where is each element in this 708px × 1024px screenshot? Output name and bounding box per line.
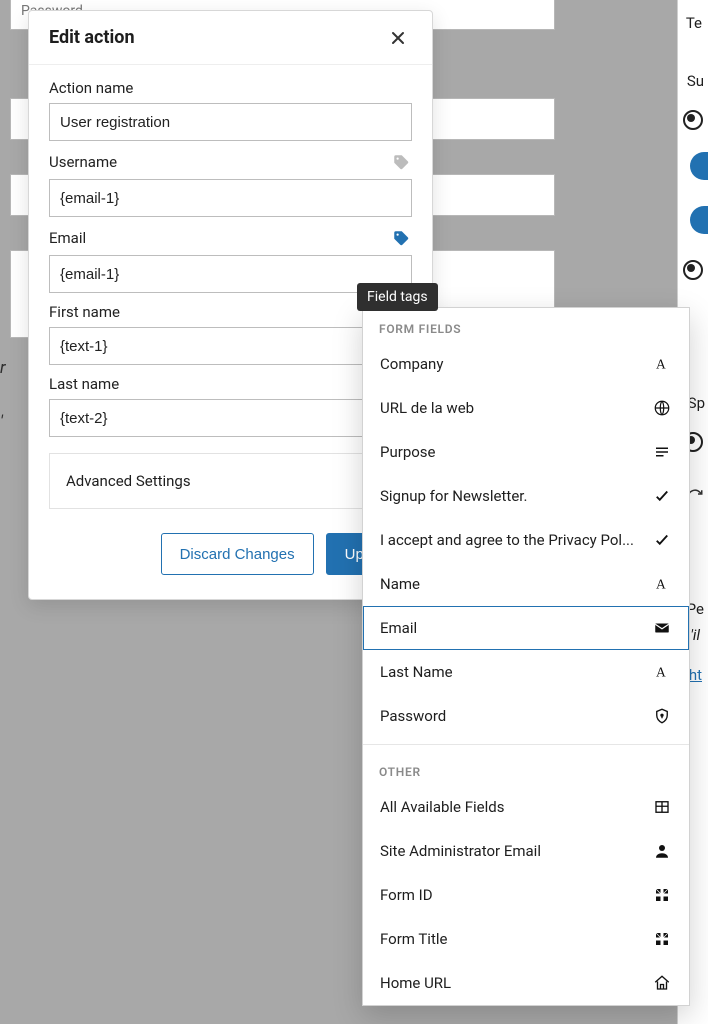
- dropdown-separator: [363, 744, 689, 745]
- discard-button[interactable]: Discard Changes: [161, 533, 314, 575]
- lock-icon: [652, 706, 672, 726]
- dialog-title: Edit action: [49, 27, 135, 48]
- tag-icon: [392, 153, 410, 171]
- dropdown-item[interactable]: Form Title: [363, 917, 689, 961]
- dropdown-item-label: Signup for Newsletter.: [380, 487, 527, 505]
- dropdown-item[interactable]: Signup for Newsletter.: [363, 474, 689, 518]
- dropdown-item-label: Site Administrator Email: [380, 842, 541, 860]
- pill-button-edge[interactable]: [690, 206, 708, 234]
- radio-icon[interactable]: [683, 110, 703, 130]
- discard-button-label: Discard Changes: [180, 546, 295, 563]
- field-first-name: First name: [49, 303, 412, 365]
- dropdown-item[interactable]: Email: [363, 606, 689, 650]
- cropped-label: Sp: [688, 394, 705, 412]
- field-action-name: Action name: [49, 79, 412, 141]
- field-label: Action name: [49, 79, 133, 97]
- dropdown-item[interactable]: All Available Fields: [363, 785, 689, 829]
- field-username: Username: [49, 151, 412, 217]
- svg-text:A: A: [656, 357, 666, 372]
- dropdown-item[interactable]: Site Administrator Email: [363, 829, 689, 873]
- table-icon: [652, 797, 672, 817]
- dropdown-item-label: Password: [380, 707, 446, 725]
- dropdown-item-label: Company: [380, 355, 443, 373]
- cropped-link[interactable]: ht: [689, 666, 702, 684]
- svg-text:A: A: [656, 665, 666, 680]
- tooltip-label: Field tags: [367, 289, 428, 305]
- dropdown-item[interactable]: Home URL: [363, 961, 689, 1005]
- dropdown-item[interactable]: Name A: [363, 562, 689, 606]
- mail-icon: [652, 618, 672, 638]
- dropdown-item-label: URL de la web: [380, 399, 474, 417]
- dropdown-item-label: Form ID: [380, 886, 433, 904]
- dropdown-item[interactable]: Form ID: [363, 873, 689, 917]
- pill-button-edge[interactable]: [690, 152, 708, 180]
- lines-icon: [652, 442, 672, 462]
- field-label: First name: [49, 303, 120, 321]
- dropdown-item-label: Purpose: [380, 443, 436, 461]
- field-tags-dropdown: FORM FIELDS Company A URL de la web Purpose…: [362, 307, 690, 1006]
- dropdown-item-label: Email: [380, 619, 417, 637]
- dropdown-item[interactable]: Company A: [363, 342, 689, 386]
- field-label: Email: [49, 229, 86, 247]
- cropped-label: Te: [686, 14, 702, 32]
- check-icon: [652, 530, 672, 550]
- field-last-name: Last name: [49, 375, 412, 437]
- dropdown-item-label: I accept and agree to the Privacy Pol...: [380, 531, 634, 549]
- dialog-header: Edit action: [29, 11, 432, 65]
- field-tags-button[interactable]: [390, 151, 412, 173]
- dropdown-item-label: Last Name: [380, 663, 453, 681]
- action-name-input[interactable]: [49, 103, 412, 141]
- svg-text:A: A: [656, 577, 666, 592]
- radio-icon[interactable]: [683, 260, 703, 280]
- field-tags-tooltip: Field tags: [357, 283, 438, 311]
- home-icon: [652, 973, 672, 993]
- grid-icon: [652, 885, 672, 905]
- dropdown-form-fields-list: Company A URL de la web Purpose Signup for N…: [363, 342, 689, 738]
- dropdown-item[interactable]: URL de la web: [363, 386, 689, 430]
- dropdown-item[interactable]: Purpose: [363, 430, 689, 474]
- text-icon: A: [652, 574, 672, 594]
- dropdown-item[interactable]: Last Name A: [363, 650, 689, 694]
- advanced-settings-label: Advanced Settings: [66, 472, 191, 490]
- close-icon: [390, 30, 406, 46]
- globe-icon: [652, 398, 672, 418]
- dropdown-other-list: All Available Fields Site Administrator E…: [363, 785, 689, 1005]
- cropped-text: ': [0, 412, 3, 432]
- cropped-label: 'il: [690, 626, 700, 644]
- dropdown-item[interactable]: Password: [363, 694, 689, 738]
- cropped-label: Su: [687, 72, 704, 90]
- last-name-input[interactable]: [49, 399, 412, 437]
- grid-icon: [652, 929, 672, 949]
- user-icon: [652, 841, 672, 861]
- username-input[interactable]: [49, 179, 412, 217]
- dropdown-item-label: Name: [380, 575, 420, 593]
- dropdown-section-form-fields: FORM FIELDS: [363, 308, 689, 342]
- field-label: Username: [49, 153, 117, 171]
- dropdown-item-label: Home URL: [380, 974, 451, 992]
- tag-icon: [392, 229, 410, 247]
- dropdown-item[interactable]: I accept and agree to the Privacy Pol...: [363, 518, 689, 562]
- field-tags-button-active[interactable]: [390, 227, 412, 249]
- close-button[interactable]: [384, 29, 412, 47]
- check-icon: [652, 486, 672, 506]
- dropdown-item-label: Form Title: [380, 930, 447, 948]
- text-icon: A: [652, 662, 672, 682]
- dropdown-section-other: OTHER: [363, 751, 689, 785]
- dropdown-item-label: All Available Fields: [380, 798, 504, 816]
- first-name-input[interactable]: [49, 327, 412, 365]
- field-label: Last name: [49, 375, 119, 393]
- cropped-text: r: [0, 358, 6, 378]
- text-icon: A: [652, 354, 672, 374]
- advanced-settings-toggle[interactable]: Advanced Settings: [49, 453, 412, 509]
